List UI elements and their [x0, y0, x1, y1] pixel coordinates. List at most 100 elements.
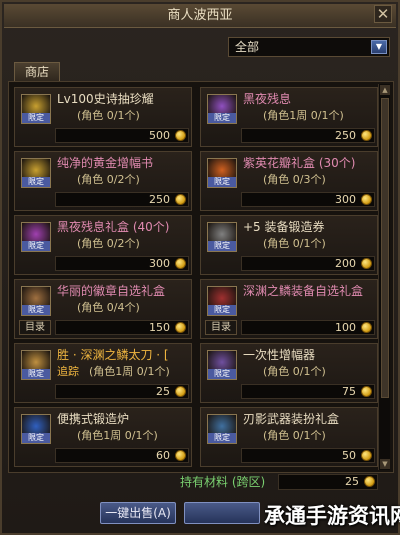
shop-item-card[interactable]: 限定 深渊之鳞装备自选礼盒 目录 100 — [200, 279, 378, 339]
limited-badge: 限定 — [208, 177, 236, 187]
item-purchase-limit: (角色 0/1个) — [263, 429, 326, 442]
item-price-bar: 150 — [55, 320, 189, 335]
chevron-down-icon[interactable]: ▼ — [371, 40, 387, 54]
shop-item-card[interactable]: 限定 便携式锻造炉 (角色1周 0/1个) 60 — [14, 407, 192, 467]
item-name: Lv100史诗抽珍耀 — [57, 92, 154, 106]
item-purchase-limit: (角色 0/1个) — [263, 365, 326, 378]
item-purchase-limit: (角色 0/4个) — [77, 301, 140, 314]
item-icon[interactable]: 限定 — [207, 414, 237, 444]
coin-icon — [175, 130, 186, 141]
item-name: 一次性增幅器 — [243, 348, 316, 362]
item-prefix: 追踪 — [57, 365, 79, 378]
filter-selected-value: 全部 — [235, 40, 260, 54]
shop-item-card[interactable]: 限定 黑夜残息礼盒 (40个) (角色 0/2个) 300 — [14, 215, 192, 275]
coin-icon — [361, 322, 372, 333]
materials-label: 持有材料 (跨区) — [180, 475, 266, 489]
secondary-button[interactable] — [184, 502, 260, 524]
shop-item-card[interactable]: 限定 黑夜残息 (角色1周 0/1个) 250 — [200, 87, 378, 147]
item-name: +5 装备锻造券 — [243, 220, 325, 234]
item-price: 150 — [149, 321, 170, 334]
item-price: 250 — [149, 193, 170, 206]
shop-item-card[interactable]: 限定 +5 装备锻造券 (角色 0/1个) 200 — [200, 215, 378, 275]
item-price: 250 — [335, 129, 356, 142]
window-title: 商人波西亚 — [167, 8, 233, 23]
limited-badge: 限定 — [22, 241, 50, 251]
shop-item-card[interactable]: 限定 一次性增幅器 (角色 0/1个) 75 — [200, 343, 378, 403]
item-price-bar: 60 — [55, 448, 189, 463]
item-purchase-limit: (角色1周 0/1个) — [263, 109, 344, 122]
item-icon[interactable]: 限定 — [21, 414, 51, 444]
item-price-bar: 250 — [55, 192, 189, 207]
shop-item-card[interactable]: 限定 纯净的黄金增幅书 (角色 0/2个) 250 — [14, 151, 192, 211]
limited-badge: 限定 — [208, 241, 236, 251]
item-icon[interactable]: 限定 — [207, 350, 237, 380]
limited-badge: 限定 — [22, 305, 50, 315]
coin-icon — [175, 450, 186, 461]
coin-icon — [361, 386, 372, 397]
coin-icon — [361, 258, 372, 269]
item-price: 500 — [149, 129, 170, 142]
close-button[interactable]: ✕ — [374, 5, 392, 23]
shop-item-card[interactable]: 限定 Lv100史诗抽珍耀 (角色 0/1个) 500 — [14, 87, 192, 147]
item-price-bar: 250 — [241, 128, 375, 143]
item-purchase-limit: (角色1周 0/1个) — [89, 365, 170, 378]
coin-icon — [175, 194, 186, 205]
tab-shop[interactable]: 商店 — [14, 62, 60, 82]
item-list-scrollbar[interactable]: ▲ ▼ — [378, 84, 390, 470]
item-price-bar: 300 — [55, 256, 189, 271]
item-price: 100 — [335, 321, 356, 334]
item-purchase-limit: (角色 0/2个) — [77, 173, 140, 186]
item-icon[interactable]: 限定 — [21, 158, 51, 188]
shop-item-card[interactable]: 限定 华丽的徽章自选礼盒 (角色 0/4个) 目录 150 — [14, 279, 192, 339]
item-icon[interactable]: 限定 — [21, 286, 51, 316]
sell-all-button[interactable]: 一键出售(A) — [100, 502, 176, 524]
item-price: 60 — [156, 449, 170, 462]
merchant-window: 商人波西亚 ✕ 全部 ▼ 商店 限定 Lv100史诗抽珍耀 (角色 0/1个) 500… — [0, 0, 400, 535]
coin-icon — [364, 476, 375, 487]
item-icon[interactable]: 限定 — [21, 350, 51, 380]
category-filter-dropdown[interactable]: 全部 ▼ — [228, 37, 390, 57]
item-purchase-limit: (角色 0/2个) — [77, 237, 140, 250]
catalog-button[interactable]: 目录 — [205, 320, 237, 335]
item-icon[interactable]: 限定 — [207, 158, 237, 188]
item-price-bar: 300 — [241, 192, 375, 207]
item-name: 紫英花瓣礼盒 (30个) — [243, 156, 356, 170]
limited-badge: 限定 — [208, 433, 236, 443]
coin-icon — [175, 258, 186, 269]
limited-badge: 限定 — [22, 369, 50, 379]
coin-icon — [361, 130, 372, 141]
item-name: 华丽的徽章自选礼盒 — [57, 284, 166, 298]
coin-icon — [361, 194, 372, 205]
scroll-thumb[interactable] — [381, 98, 389, 398]
coin-icon — [175, 322, 186, 333]
item-price-bar: 200 — [241, 256, 375, 271]
limited-badge: 限定 — [22, 177, 50, 187]
catalog-button[interactable]: 目录 — [19, 320, 51, 335]
item-name: 胜 · 深渊之鳞太刀 · [ — [57, 348, 169, 362]
shop-item-card[interactable]: 限定 紫英花瓣礼盒 (30个) (角色 0/3个) 300 — [200, 151, 378, 211]
shop-item-card[interactable]: 限定 刃影武器装扮礼盒 (角色 0/1个) 50 — [200, 407, 378, 467]
item-icon[interactable]: 限定 — [21, 222, 51, 252]
item-price-bar: 25 — [55, 384, 189, 399]
scroll-up-icon[interactable]: ▲ — [380, 85, 390, 95]
window-titlebar[interactable]: 商人波西亚 — [4, 4, 396, 28]
item-purchase-limit: (角色 0/3个) — [263, 173, 326, 186]
item-icon[interactable]: 限定 — [21, 94, 51, 124]
item-purchase-limit: (角色1周 0/1个) — [77, 429, 158, 442]
item-price: 200 — [335, 257, 356, 270]
scroll-down-icon[interactable]: ▼ — [380, 459, 390, 469]
coin-icon — [361, 450, 372, 461]
limited-badge: 限定 — [208, 305, 236, 315]
shop-item-card[interactable]: 限定胜 · 深渊之鳞太刀 · [ 追踪 (角色1周 0/1个) 25 — [14, 343, 192, 403]
item-name: 便携式锻造炉 — [57, 412, 130, 426]
item-price: 300 — [149, 257, 170, 270]
item-purchase-limit: (角色 0/1个) — [263, 237, 326, 250]
item-name: 纯净的黄金增幅书 — [57, 156, 154, 170]
limited-badge: 限定 — [22, 113, 50, 123]
item-price-bar: 500 — [55, 128, 189, 143]
item-icon[interactable]: 限定 — [207, 286, 237, 316]
item-icon[interactable]: 限定 — [207, 94, 237, 124]
materials-count: 25 — [345, 475, 359, 488]
item-name: 黑夜残息 — [243, 92, 292, 106]
item-icon[interactable]: 限定 — [207, 222, 237, 252]
